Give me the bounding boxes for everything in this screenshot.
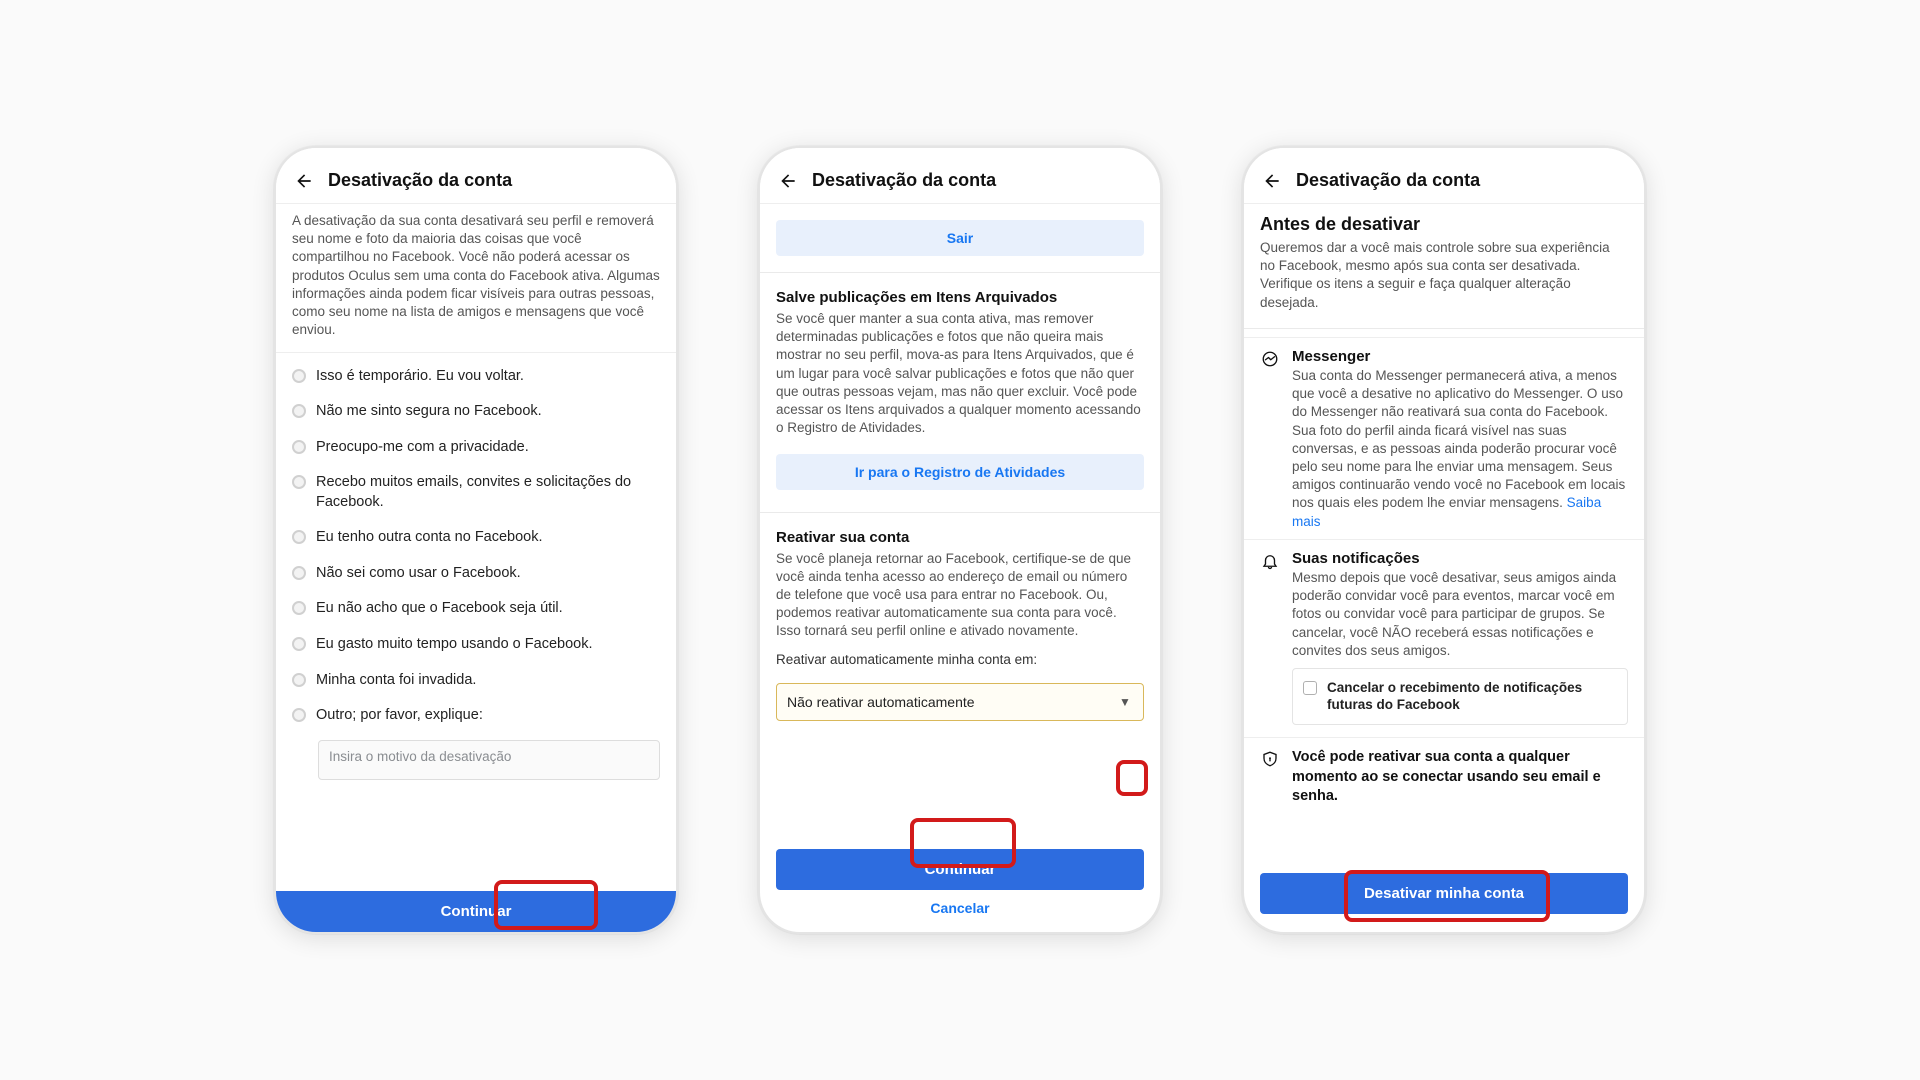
- header: Desativação da conta: [276, 148, 676, 204]
- reason-option-other[interactable]: Outro; por favor, explique:: [292, 698, 660, 734]
- radio-icon: [292, 475, 306, 489]
- other-reason-input[interactable]: Insira o motivo da desativação: [318, 740, 660, 780]
- notifications-description: Mesmo depois que você desativar, seus am…: [1292, 569, 1628, 660]
- activity-log-button[interactable]: Ir para o Registro de Atividades: [776, 454, 1144, 490]
- back-arrow-icon[interactable]: [778, 171, 798, 191]
- messenger-section: Messenger Sua conta do Messenger permane…: [1244, 337, 1644, 539]
- radio-icon: [292, 369, 306, 383]
- reason-option[interactable]: Preocupo-me com a privacidade.: [292, 430, 660, 466]
- reactivate-heading: Reativar sua conta: [760, 521, 1160, 548]
- before-deactivate-heading: Antes de desativar: [1244, 204, 1644, 237]
- reactivate-description: Se você planeja retornar ao Facebook, ce…: [760, 548, 1160, 649]
- reason-option[interactable]: Não sei como usar o Facebook.: [292, 556, 660, 592]
- reactivate-note-section: Você pode reativar sua conta a qualquer …: [1244, 737, 1644, 815]
- divider: [760, 512, 1160, 513]
- divider: [1244, 328, 1644, 329]
- cancel-link[interactable]: Cancelar: [760, 890, 1160, 932]
- reason-option[interactable]: Minha conta foi invadida.: [292, 663, 660, 699]
- reason-option[interactable]: Eu gasto muito tempo usando o Facebook.: [292, 627, 660, 663]
- notifications-title: Suas notificações: [1292, 550, 1628, 567]
- page-title: Desativação da conta: [328, 170, 512, 191]
- bell-icon: [1260, 552, 1280, 729]
- logout-button[interactable]: Sair: [776, 220, 1144, 256]
- page-title: Desativação da conta: [1296, 170, 1480, 191]
- divider: [760, 272, 1160, 273]
- radio-icon: [292, 530, 306, 544]
- page-title: Desativação da conta: [812, 170, 996, 191]
- reactivate-select[interactable]: Não reativar automaticamente ▼: [776, 683, 1144, 721]
- back-arrow-icon[interactable]: [1262, 171, 1282, 191]
- radio-icon: [292, 404, 306, 418]
- reason-option[interactable]: Isso é temporário. Eu vou voltar.: [292, 359, 660, 395]
- screen-body: Sair Salve publicações em Itens Arquivad…: [760, 204, 1160, 932]
- continue-button[interactable]: Continuar: [276, 891, 676, 932]
- archive-description: Se você quer manter a sua conta ativa, m…: [760, 308, 1160, 446]
- screen-body: Antes de desativar Queremos dar a você m…: [1244, 204, 1644, 932]
- back-arrow-icon[interactable]: [294, 171, 314, 191]
- reason-option[interactable]: Recebo muitos emails, convites e solicit…: [292, 465, 660, 520]
- reactivate-select-label: Reativar automaticamente minha conta em:: [760, 649, 1160, 677]
- phone-screen-3: Desativação da conta Antes de desativar …: [1242, 146, 1646, 934]
- reason-option[interactable]: Não me sinto segura no Facebook.: [292, 394, 660, 430]
- shield-icon: [1260, 750, 1280, 807]
- checkbox-icon: [1303, 681, 1317, 695]
- header: Desativação da conta: [760, 148, 1160, 204]
- radio-icon: [292, 601, 306, 615]
- messenger-title: Messenger: [1292, 348, 1628, 365]
- radio-icon: [292, 440, 306, 454]
- deactivate-account-button[interactable]: Desativar minha conta: [1260, 873, 1628, 914]
- phone-screen-1: Desativação da conta A desativação da su…: [274, 146, 678, 934]
- header: Desativação da conta: [1244, 148, 1644, 204]
- reason-option[interactable]: Eu não acho que o Facebook seja útil.: [292, 591, 660, 627]
- select-value: Não reativar automaticamente: [776, 683, 1144, 721]
- radio-icon: [292, 673, 306, 687]
- before-deactivate-description: Queremos dar a você mais controle sobre …: [1244, 237, 1644, 320]
- phone-screen-2: Desativação da conta Sair Salve publicaç…: [758, 146, 1162, 934]
- deactivation-description: A desativação da sua conta desativará se…: [276, 204, 676, 353]
- messenger-icon: [1260, 350, 1280, 531]
- archive-heading: Salve publicações em Itens Arquivados: [760, 281, 1160, 308]
- messenger-description: Sua conta do Messenger permanecerá ativa…: [1292, 367, 1628, 531]
- radio-icon: [292, 566, 306, 580]
- chevron-down-icon: ▼: [1112, 689, 1138, 715]
- reason-radio-list: Isso é temporário. Eu vou voltar. Não me…: [276, 353, 676, 891]
- reason-option[interactable]: Eu tenho outra conta no Facebook.: [292, 520, 660, 556]
- screen-body: A desativação da sua conta desativará se…: [276, 204, 676, 932]
- notifications-section: Suas notificações Mesmo depois que você …: [1244, 539, 1644, 737]
- continue-button[interactable]: Continuar: [776, 849, 1144, 890]
- radio-icon: [292, 637, 306, 651]
- reactivate-note: Você pode reativar sua conta a qualquer …: [1292, 748, 1628, 807]
- opt-out-checkbox[interactable]: Cancelar o recebimento de notificações f…: [1292, 668, 1628, 725]
- radio-icon: [292, 708, 306, 722]
